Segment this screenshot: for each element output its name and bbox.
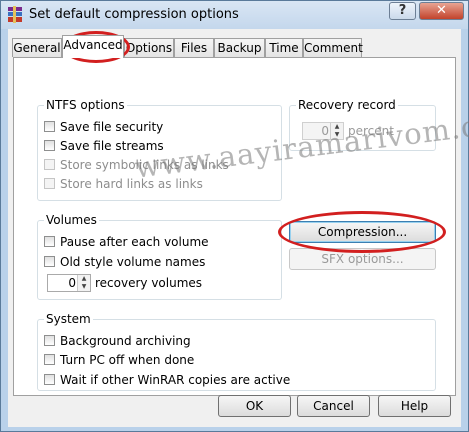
- spinner-arrows-icon[interactable]: ▲ ▼: [77, 275, 90, 291]
- advanced-panel: NTFS options Save file security Save fil…: [13, 57, 456, 396]
- tab-options[interactable]: Options: [124, 38, 174, 57]
- checkbox-label: Save file streams: [60, 139, 164, 153]
- checkbox-box: [44, 354, 55, 365]
- checkbox-box: [44, 159, 55, 170]
- checkbox-label: Store symbolic links as links: [60, 158, 229, 172]
- volumes-group: Volumes Pause after each volume Old styl…: [37, 213, 282, 300]
- tab-comment[interactable]: Comment: [303, 38, 363, 57]
- checkbox-label: Turn PC off when done: [60, 353, 195, 367]
- dialog-client: General Advanced Options Files Backup Ti…: [8, 29, 461, 427]
- ntfs-options-label: NTFS options: [44, 98, 127, 112]
- title-bar[interactable]: Set default compression options ? ✕: [1, 1, 468, 29]
- checkbox-box: [44, 140, 55, 151]
- checkbox-label: Wait if other WinRAR copies are active: [60, 373, 291, 387]
- checkbox-label: Pause after each volume: [60, 235, 209, 249]
- tab-time[interactable]: Time: [265, 38, 303, 57]
- recovery-unit-label: percent: [348, 124, 394, 138]
- checkbox-label: Store hard links as links: [60, 177, 203, 191]
- checkbox-label: Background archiving: [60, 334, 191, 348]
- help-title-button[interactable]: ?: [389, 2, 416, 20]
- tab-advanced[interactable]: Advanced: [62, 35, 124, 58]
- close-button[interactable]: ✕: [419, 2, 464, 20]
- help-button[interactable]: Help: [378, 395, 451, 417]
- checkbox-box: [44, 374, 55, 385]
- checkbox-label: Old style volume names: [60, 255, 206, 269]
- winrar-books-icon: [8, 6, 22, 23]
- volumes-label: Volumes: [44, 213, 99, 227]
- checkbox-box: [44, 256, 55, 267]
- recovery-volumes-value: 0: [68, 276, 76, 290]
- recovery-percent-spinner[interactable]: 0 ▲ ▼: [302, 122, 344, 140]
- dialog-window: Set default compression options ? ✕ Gene…: [0, 0, 469, 432]
- recovery-percent-value: 0: [321, 124, 329, 138]
- checkbox-box: [44, 335, 55, 346]
- tab-general[interactable]: General: [12, 38, 62, 57]
- ok-button[interactable]: OK: [218, 395, 291, 417]
- window-title: Set default compression options: [29, 7, 239, 22]
- spinner-arrows-icon[interactable]: ▲ ▼: [330, 123, 343, 139]
- recovery-volumes-label: recovery volumes: [95, 276, 203, 290]
- system-label: System: [44, 312, 93, 326]
- recovery-volumes-spinner[interactable]: 0 ▲ ▼: [47, 274, 91, 292]
- tab-backup[interactable]: Backup: [214, 38, 265, 57]
- recovery-record-group: Recovery record 0 ▲ ▼ percent: [289, 98, 436, 151]
- checkbox-box: [44, 121, 55, 132]
- checkbox-box: [44, 236, 55, 247]
- recovery-record-label: Recovery record: [296, 98, 398, 112]
- compression-button[interactable]: Compression...: [289, 221, 436, 243]
- tab-files[interactable]: Files: [174, 38, 214, 57]
- ntfs-options-group: NTFS options Save file security Save fil…: [37, 98, 282, 201]
- cancel-button[interactable]: Cancel: [297, 395, 370, 417]
- sfx-options-button[interactable]: SFX options...: [289, 248, 436, 270]
- checkbox-label: Save file security: [60, 120, 164, 134]
- checkbox-box: [44, 178, 55, 189]
- system-group: System Background archiving Turn PC off …: [37, 312, 436, 391]
